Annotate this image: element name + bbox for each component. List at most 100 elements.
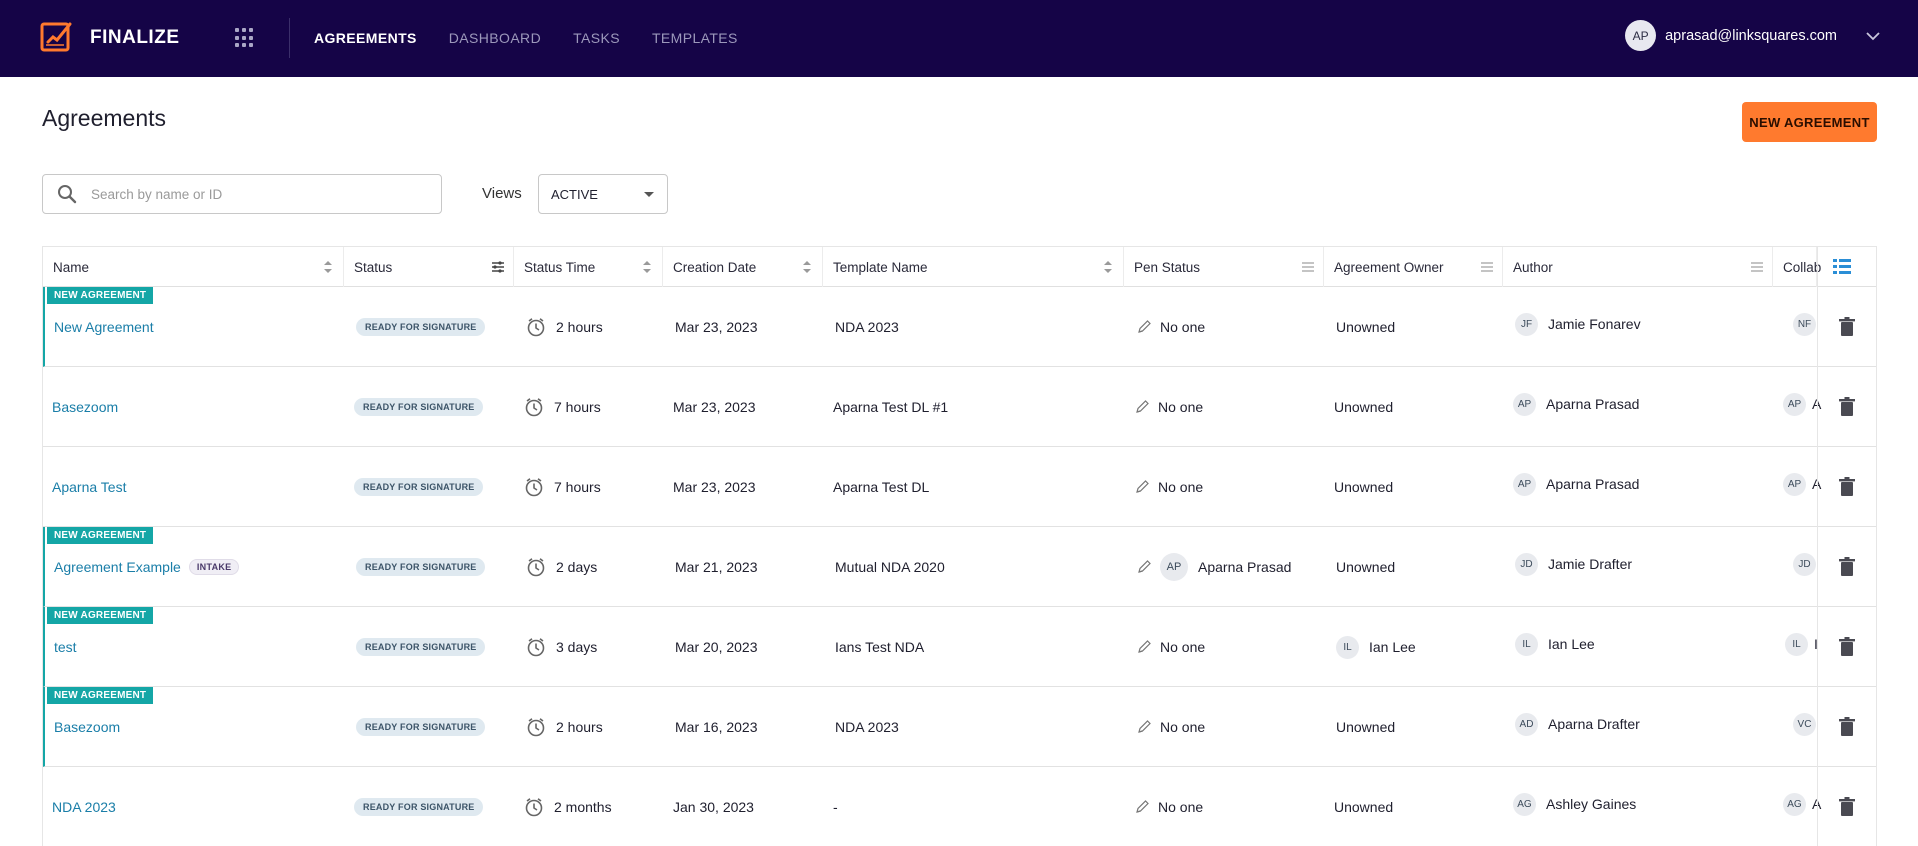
column-header-label: Pen Status bbox=[1134, 259, 1201, 275]
status-time-text: 2 months bbox=[554, 799, 612, 815]
status-filter-icon[interactable] bbox=[491, 260, 505, 274]
owner-text: Unowned bbox=[1334, 479, 1394, 495]
new-agreement-button[interactable]: NEW AGREEMENT bbox=[1742, 102, 1877, 142]
nav-agreements[interactable]: AGREEMENTS bbox=[314, 30, 417, 46]
agreement-name-link[interactable]: Aparna Test bbox=[52, 479, 126, 495]
agreement-name-link[interactable]: test bbox=[54, 639, 77, 655]
cell-template-name: - bbox=[833, 767, 838, 846]
cell-status: READY FOR SIGNATURE bbox=[356, 607, 486, 687]
collaborator-avatar: IL bbox=[1785, 632, 1808, 656]
column-header-agreement-owner[interactable]: Agreement Owner bbox=[1324, 247, 1503, 287]
cell-author: IL Ian Lee bbox=[1515, 604, 1595, 684]
pen-status-text: Aparna Prasad bbox=[1198, 559, 1292, 575]
author-avatar: AD bbox=[1515, 712, 1538, 736]
column-header-name[interactable]: Name bbox=[43, 247, 344, 287]
cell-collaborators: AG A bbox=[1783, 764, 1821, 844]
pen-status-text: No one bbox=[1158, 399, 1204, 415]
menu-icon[interactable] bbox=[1750, 260, 1764, 274]
search-input[interactable] bbox=[91, 186, 411, 202]
chevron-down-icon[interactable] bbox=[1864, 27, 1882, 45]
column-header-status[interactable]: Status bbox=[344, 247, 514, 287]
column-header-creation-date[interactable]: Creation Date bbox=[663, 247, 823, 287]
brand-name[interactable]: FINALIZE bbox=[90, 27, 180, 49]
table-row[interactable]: NEW AGREEMENT Agreement Example INTAKE READ… bbox=[43, 527, 1876, 607]
alarm-clock-icon bbox=[527, 718, 545, 737]
creation-date-text: Jan 30, 2023 bbox=[673, 799, 754, 815]
table-row[interactable]: NEW AGREEMENT test READY FOR SIGNATURE 3 da… bbox=[43, 604, 1876, 687]
agreement-name-link[interactable]: Basezoom bbox=[52, 399, 118, 415]
cell-name: test bbox=[54, 607, 77, 687]
cell-author: AP Aparna Prasad bbox=[1513, 364, 1639, 444]
cell-pen-status: No one bbox=[1134, 367, 1203, 447]
trash-icon[interactable] bbox=[1839, 477, 1855, 496]
cell-status-time: 2 hours bbox=[526, 287, 603, 367]
trash-icon[interactable] bbox=[1839, 637, 1855, 656]
pen-icon bbox=[1138, 320, 1151, 333]
status-badge: READY FOR SIGNATURE bbox=[356, 718, 486, 736]
cell-status: READY FOR SIGNATURE bbox=[354, 447, 484, 527]
search-box[interactable] bbox=[42, 174, 442, 214]
status-time-text: 2 hours bbox=[556, 719, 603, 735]
cell-agreement-owner: Unowned bbox=[1334, 367, 1393, 447]
table-row[interactable]: NEW AGREEMENT Basezoom READY FOR SIGNATURE… bbox=[43, 687, 1876, 767]
sort-icon[interactable] bbox=[640, 260, 654, 274]
cell-agreement-owner: Unowned bbox=[1334, 447, 1393, 527]
sort-icon[interactable] bbox=[321, 260, 335, 274]
author-text: Aparna Prasad bbox=[1546, 396, 1640, 412]
creation-date-text: Mar 23, 2023 bbox=[675, 319, 758, 335]
cell-status-time: 2 hours bbox=[526, 687, 603, 767]
agreement-name-link[interactable]: NDA 2023 bbox=[52, 799, 116, 815]
pen-status-text: No one bbox=[1158, 799, 1204, 815]
table-row[interactable]: Aparna Test READY FOR SIGNATURE 7 hours Mar… bbox=[43, 444, 1876, 527]
table-row[interactable]: NEW AGREEMENT New Agreement READY FOR SIGN… bbox=[43, 287, 1876, 367]
column-header-label: Status bbox=[354, 259, 393, 275]
alarm-clock-icon bbox=[525, 398, 543, 417]
nav-dashboard[interactable]: DASHBOARD bbox=[449, 30, 541, 46]
agreement-name-link[interactable]: Agreement Example bbox=[54, 559, 181, 575]
cell-name: Agreement Example INTAKE bbox=[54, 527, 240, 607]
column-header-author[interactable]: Author bbox=[1503, 247, 1773, 287]
trash-icon[interactable] bbox=[1839, 797, 1855, 816]
status-badge: READY FOR SIGNATURE bbox=[354, 398, 484, 416]
sort-icon[interactable] bbox=[800, 260, 814, 274]
pen-icon bbox=[1136, 800, 1149, 813]
trash-icon[interactable] bbox=[1839, 317, 1855, 336]
column-header-status-time[interactable]: Status Time bbox=[514, 247, 663, 287]
author-text: Jamie Drafter bbox=[1548, 556, 1633, 572]
cell-status: READY FOR SIGNATURE bbox=[354, 367, 484, 447]
column-header-template-name[interactable]: Template Name bbox=[823, 247, 1124, 287]
trash-icon[interactable] bbox=[1839, 557, 1855, 576]
columns-toggle-icon[interactable] bbox=[1833, 259, 1851, 275]
agreement-name-link[interactable]: Basezoom bbox=[54, 719, 120, 735]
cell-status-time: 7 hours bbox=[524, 447, 601, 527]
table-row[interactable]: Basezoom READY FOR SIGNATURE 7 hours Mar 23… bbox=[43, 364, 1876, 447]
nav-templates[interactable]: TEMPLATES bbox=[652, 30, 738, 46]
column-header-label: Creation Date bbox=[673, 259, 757, 275]
author-text: Aparna Prasad bbox=[1546, 476, 1640, 492]
app-grid-icon[interactable] bbox=[235, 28, 255, 48]
template-name-text: NDA 2023 bbox=[835, 719, 899, 735]
nav-tasks[interactable]: TASKS bbox=[573, 30, 620, 46]
creation-date-text: Mar 16, 2023 bbox=[675, 719, 758, 735]
table-row[interactable]: NDA 2023 READY FOR SIGNATURE 2 months Jan 3… bbox=[43, 764, 1876, 846]
main-nav: AGREEMENTS DASHBOARD TASKS TEMPLATES bbox=[314, 30, 738, 46]
cell-creation-date: Mar 23, 2023 bbox=[673, 367, 756, 447]
column-header-pen-status[interactable]: Pen Status bbox=[1124, 247, 1324, 287]
menu-icon[interactable] bbox=[1480, 260, 1494, 274]
trash-icon[interactable] bbox=[1839, 717, 1855, 736]
cell-author: AP Aparna Prasad bbox=[1513, 444, 1639, 524]
menu-icon[interactable] bbox=[1301, 260, 1315, 274]
user-menu[interactable]: AP aprasad@linksquares.com bbox=[1625, 20, 1882, 51]
user-avatar: AP bbox=[1625, 20, 1657, 51]
template-name-text: Mutual NDA 2020 bbox=[835, 559, 945, 575]
views-select[interactable]: ACTIVE bbox=[538, 174, 668, 214]
finalize-logo-icon[interactable] bbox=[40, 18, 76, 54]
column-header-collab[interactable]: Collab bbox=[1773, 247, 1821, 287]
cell-agreement-owner: Unowned bbox=[1336, 287, 1395, 367]
agreement-name-link[interactable]: New Agreement bbox=[54, 319, 154, 335]
status-time-text: 3 days bbox=[556, 639, 598, 655]
author-avatar: JF bbox=[1515, 312, 1538, 336]
sort-icon[interactable] bbox=[1101, 260, 1115, 274]
trash-icon[interactable] bbox=[1839, 397, 1855, 416]
column-header-label: Agreement Owner bbox=[1334, 259, 1444, 275]
